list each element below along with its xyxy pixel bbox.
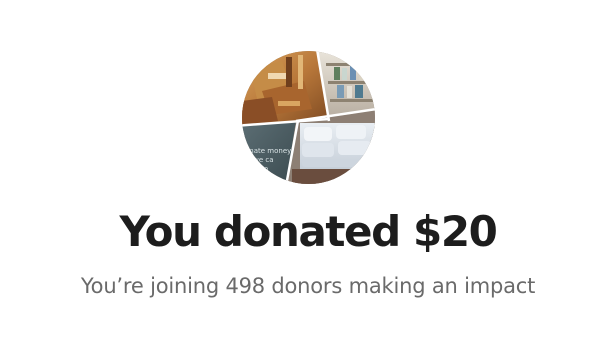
- caption-line: kies to: [245, 165, 268, 173]
- photo-collage-icon: onate money, s, we ca kies to om: [241, 51, 375, 184]
- caption-line: s, we ca: [245, 156, 274, 164]
- donation-confirmation: onate money, s, we ca kies to om You don…: [0, 0, 616, 355]
- caption-line: onate money,: [245, 147, 294, 155]
- donation-amount-heading: You donated $20: [119, 207, 497, 256]
- donor-count-text: You’re joining 498 donors making an impa…: [80, 274, 536, 298]
- caption-line: om: [245, 174, 256, 182]
- collage-image: onate money, s, we ca kies to om: [241, 51, 375, 184]
